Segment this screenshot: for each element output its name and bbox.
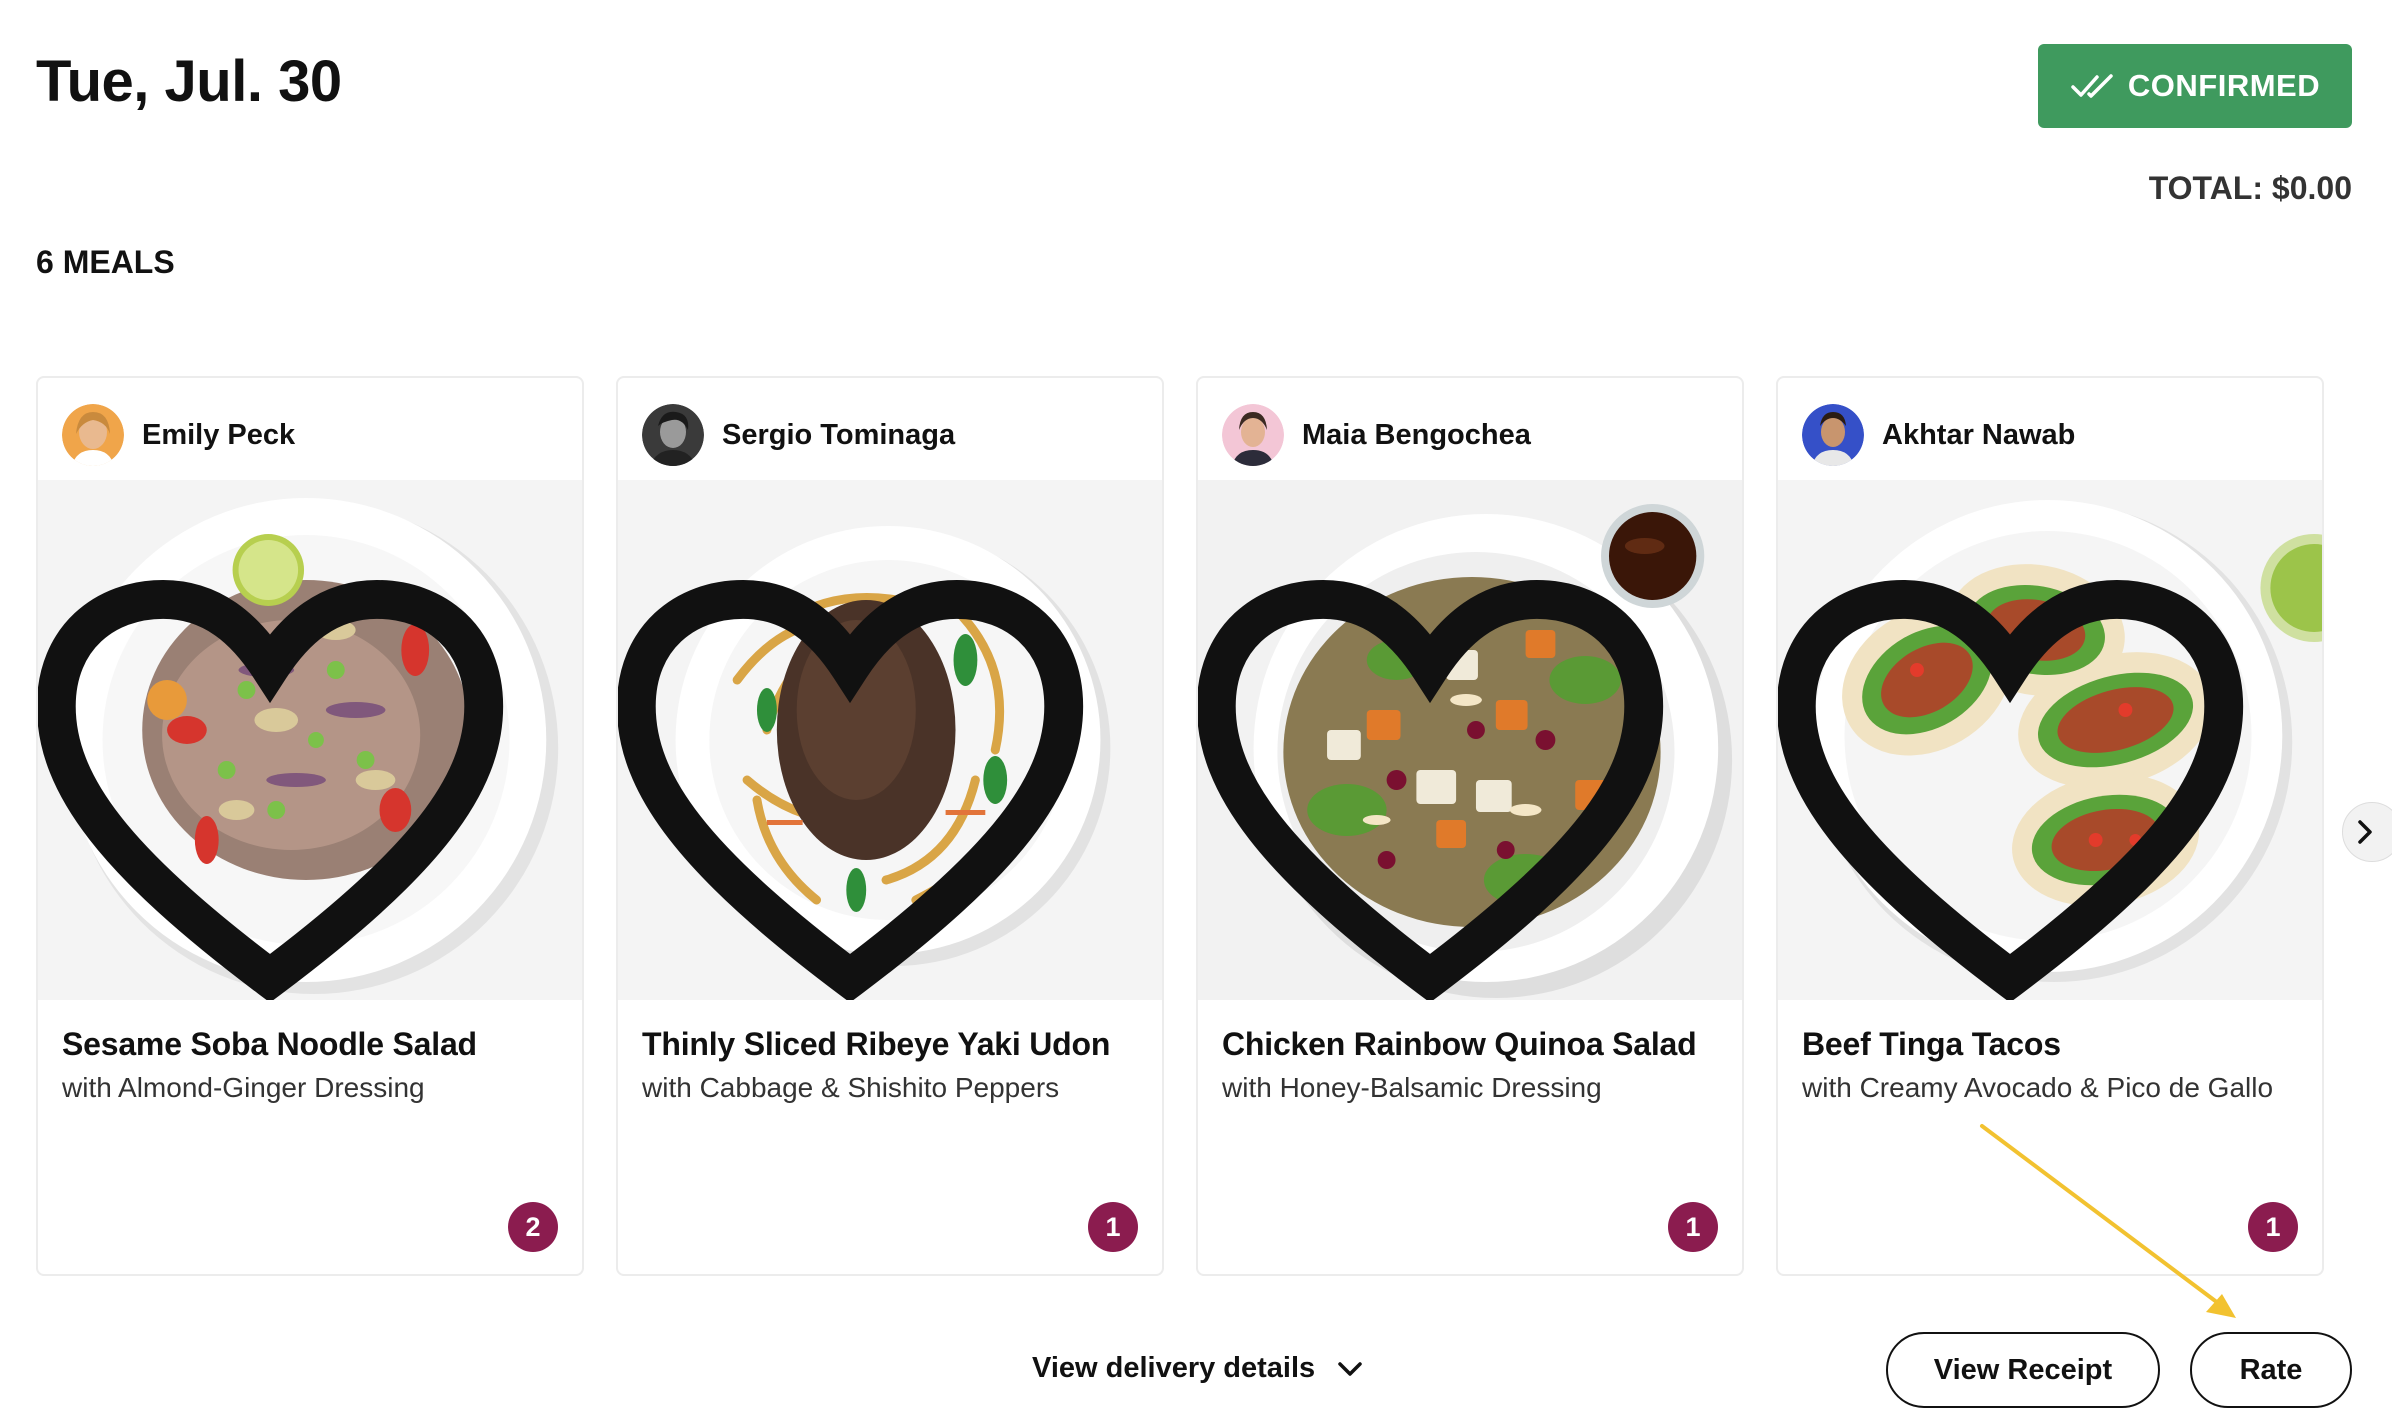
meal-title: Sesame Soba Noodle Salad: [62, 1026, 477, 1062]
meal-image[interactable]: [1778, 480, 2322, 1000]
meal-image[interactable]: [38, 480, 582, 1000]
heart-icon[interactable]: [1778, 524, 2282, 1000]
meal-card[interactable]: Sergio Tominaga Thinly Sliced Ribeye Yak…: [616, 376, 1164, 1276]
quantity-badge: 1: [1668, 1202, 1718, 1252]
chef-info: Maia Bengochea: [1222, 404, 1531, 466]
delivery-date-title: Tue, Jul. 30: [36, 49, 342, 114]
chef-avatar: [1222, 404, 1284, 466]
quantity-badge: 1: [2248, 1202, 2298, 1252]
order-page: Tue, Jul. 30 CONFIRMED TOTAL: $0.00 6 ME…: [0, 0, 2392, 1428]
meal-title: Beef Tinga Tacos: [1802, 1026, 2061, 1062]
heart-icon[interactable]: [618, 524, 1122, 1000]
meal-card[interactable]: Maia Bengochea Chicken Rainbow Quinoa Sa…: [1196, 376, 1744, 1276]
chef-info: Emily Peck: [62, 404, 295, 466]
meal-image[interactable]: [618, 480, 1162, 1000]
meal-title: Thinly Sliced Ribeye Yaki Udon: [642, 1026, 1111, 1062]
chef-avatar: [1802, 404, 1864, 466]
meal-image[interactable]: [1198, 480, 1742, 1000]
chef-name: Sergio Tominaga: [722, 418, 956, 451]
view-delivery-details-link[interactable]: View delivery details: [1032, 1352, 1363, 1385]
chef-name: Akhtar Nawab: [1882, 418, 2076, 451]
meal-subtitle: with Cabbage & Shishito Peppers: [642, 1072, 1060, 1103]
meal-title: Chicken Rainbow Quinoa Salad: [1222, 1026, 1697, 1062]
heart-icon[interactable]: [38, 524, 542, 1000]
quantity-badge: 2: [508, 1202, 558, 1252]
meal-subtitle: with Creamy Avocado & Pico de Gallo: [1802, 1072, 2274, 1103]
quantity-badge: 1: [1088, 1202, 1138, 1252]
order-total: TOTAL: $0.00: [2148, 170, 2352, 206]
chef-avatar: [62, 404, 124, 466]
meal-count: 6 MEALS: [36, 244, 175, 280]
chef-avatar: [642, 404, 704, 466]
meal-subtitle: with Honey-Balsamic Dressing: [1222, 1072, 1602, 1103]
chevron-down-icon: [1338, 1361, 1362, 1376]
chef-name: Maia Bengochea: [1302, 418, 1531, 451]
view-receipt-button[interactable]: View Receipt: [1886, 1332, 2160, 1408]
chevron-right-icon: [2358, 820, 2372, 844]
chef-info: Akhtar Nawab: [1802, 404, 2075, 466]
status-badge: CONFIRMED: [2038, 44, 2352, 128]
chef-info: Sergio Tominaga: [642, 404, 955, 466]
double-check-icon: [2071, 74, 2113, 98]
meal-card[interactable]: Emily Peck Sesame Soba Noodle Salad with…: [36, 376, 584, 1276]
heart-icon[interactable]: [1198, 524, 1702, 1000]
rate-button[interactable]: Rate: [2190, 1332, 2352, 1408]
annotation-arrow-icon: [1980, 1124, 2236, 1318]
chef-name: Emily Peck: [142, 418, 296, 451]
delivery-details-label: View delivery details: [1032, 1352, 1316, 1384]
meal-subtitle: with Almond-Ginger Dressing: [62, 1072, 425, 1103]
carousel-next-button[interactable]: [2342, 802, 2392, 862]
status-label: CONFIRMED: [2127, 68, 2321, 103]
